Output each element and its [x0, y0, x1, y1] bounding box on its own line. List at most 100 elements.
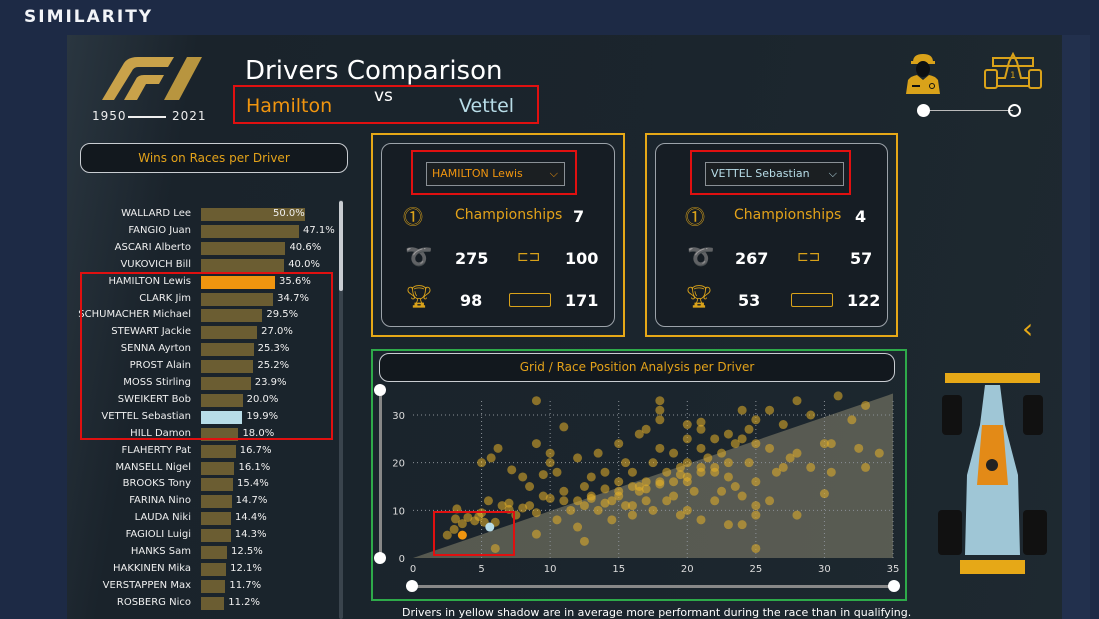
scatter-point — [751, 543, 761, 553]
x-range-slider-track[interactable] — [412, 585, 894, 588]
scatter-point — [703, 453, 713, 463]
scatter-point — [717, 486, 727, 496]
scatter-point — [675, 470, 685, 480]
y-range-slider-track[interactable] — [379, 390, 382, 558]
scatter-point — [593, 448, 603, 458]
x-tick-label: 5 — [478, 564, 484, 575]
scatter-point — [573, 453, 583, 463]
scatter-point — [792, 396, 802, 406]
bar[interactable] — [201, 562, 227, 576]
bar[interactable] — [201, 224, 299, 238]
y-tick-label: 20 — [392, 459, 405, 470]
scatter-point — [552, 515, 562, 525]
podium-icon — [791, 293, 833, 307]
bar-row[interactable]: MANSELL Nigel 16.1% — [77, 461, 337, 476]
x-range-slider-left-handle[interactable] — [406, 580, 418, 592]
wins-scrollbar-thumb[interactable] — [339, 201, 343, 291]
bar-label: LAUDA Niki — [134, 512, 191, 524]
scatter-point — [648, 505, 658, 515]
bar-row[interactable]: FLAHERTY Pat 16.7% — [77, 444, 337, 459]
scatter-point — [655, 405, 665, 415]
bar-row[interactable]: LAUDA Niki 14.4% — [77, 512, 337, 526]
scatter-point — [861, 462, 871, 472]
bar[interactable] — [201, 444, 236, 458]
bar[interactable] — [201, 495, 232, 509]
bar-row[interactable]: FAGIOLI Luigi 14.3% — [77, 529, 337, 543]
wins-value: 53 — [738, 291, 761, 310]
trophy-icon: 🏆︎ — [685, 285, 713, 310]
bar[interactable] — [201, 596, 225, 610]
bar-row[interactable]: FARINA Nino 14.7% — [77, 495, 337, 509]
bar[interactable] — [201, 478, 234, 492]
scatter-point — [806, 462, 816, 472]
scatter-point — [751, 415, 761, 425]
trophy-icon: 🏆︎ — [405, 285, 433, 310]
scatter-point — [696, 462, 706, 472]
scatter-point — [751, 501, 761, 511]
championships-value: 7 — [573, 207, 585, 226]
bar[interactable] — [201, 546, 227, 559]
bar-row[interactable]: FANGIO Juan 47.1% — [77, 224, 337, 239]
bar-value-label: 40.0% — [288, 258, 320, 270]
scatter-point — [600, 484, 610, 494]
driver1-dropdown[interactable]: HAMILTON Lewis ⌵ — [426, 162, 565, 186]
scatter-point — [600, 467, 610, 477]
y-range-slider-bottom-handle[interactable] — [374, 552, 386, 564]
scatter-point — [669, 448, 679, 458]
scatter-point — [854, 443, 864, 453]
scatter-plot: 0 5 10 15 20 25 30 35 0 10 20 30 — [392, 391, 900, 575]
driver2-dropdown[interactable]: VETTEL Sebastian ⌵ — [705, 162, 844, 186]
scatter-point — [785, 453, 795, 463]
bar-row[interactable]: HAKKINEN Mika 12.1% — [77, 562, 337, 577]
toggle-track[interactable] — [923, 110, 1013, 111]
scatter-point — [696, 515, 706, 525]
bar-value-label: 12.5% — [231, 546, 263, 557]
scatter-point — [525, 482, 535, 491]
bar[interactable] — [201, 241, 286, 255]
bar-row[interactable]: WALLARD Lee 50.0% — [77, 208, 337, 222]
scatter-point — [751, 510, 761, 520]
bar-label: VUKOVICH Bill — [120, 258, 191, 270]
bar[interactable] — [201, 529, 231, 543]
wins-value: 98 — [460, 291, 483, 310]
bar-row[interactable]: VUKOVICH Bill 40.0% — [77, 258, 337, 273]
car-icon[interactable]: 1 — [983, 51, 1043, 98]
x-tick-label: 35 — [887, 564, 900, 575]
y-range-slider-top-handle[interactable] — [374, 384, 386, 396]
bar-label: MANSELL Nigel — [115, 461, 191, 473]
scatter-point — [751, 439, 761, 449]
bar[interactable] — [201, 512, 231, 526]
toggle-handle-driver[interactable] — [917, 104, 930, 117]
f1-car-image — [930, 365, 1055, 585]
x-tick-label: 30 — [818, 564, 831, 575]
race-track-icon: ➰ — [687, 245, 715, 270]
bar-row[interactable]: BROOKS Tony 15.4% — [77, 478, 337, 492]
toggle-handle-car[interactable] — [1008, 104, 1021, 117]
bar[interactable] — [201, 258, 285, 272]
bar[interactable] — [201, 579, 226, 593]
race-track-icon: ➰ — [405, 245, 433, 270]
scatter-point — [627, 467, 637, 477]
bar[interactable] — [201, 461, 235, 475]
poles-value: 57 — [850, 249, 873, 268]
scatter-point — [662, 467, 672, 477]
bar-label: FLAHERTY Pat — [121, 444, 191, 456]
bar-label: FARINA Nino — [129, 495, 191, 507]
bar-row[interactable]: ROSBERG Nico 11.2% — [77, 596, 337, 611]
y-tick-label: 30 — [392, 411, 405, 422]
f1-logo-icon — [102, 57, 202, 100]
scatter-point — [559, 496, 569, 506]
scatter-footnote: Drivers in yellow shadow are in average … — [402, 606, 912, 619]
bar-row[interactable]: VERSTAPPEN Max 11.7% — [77, 579, 337, 594]
scatter-point — [737, 434, 747, 444]
bar-value-label: 15.4% — [237, 478, 269, 490]
bar-row[interactable]: ASCARI Alberto 40.6% — [77, 241, 337, 256]
scatter-point — [641, 496, 651, 506]
driver2-name: Vettel — [459, 95, 515, 117]
bar-value-label: 40.6% — [289, 241, 322, 253]
x-range-slider-right-handle[interactable] — [888, 580, 900, 592]
bar-row[interactable]: HANKS Sam 12.5% — [77, 546, 337, 560]
chevron-left-icon[interactable]: ‹ — [1022, 312, 1033, 345]
scatter-point — [477, 458, 487, 468]
driver-icon[interactable] — [903, 52, 943, 100]
